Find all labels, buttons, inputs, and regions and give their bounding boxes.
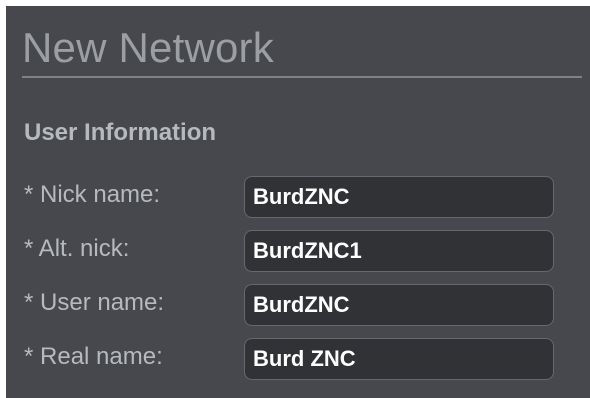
network-form-panel: New Network User Information * Nick name… [6, 6, 590, 398]
alt-nick-label: * Alt. nick: [24, 235, 130, 262]
nick-name-input[interactable] [244, 176, 554, 218]
page-title: New Network [22, 24, 274, 71]
nick-name-label: * Nick name: [24, 181, 161, 208]
user-name-row: * User name: [6, 284, 590, 328]
real-name-input[interactable] [244, 338, 554, 380]
title-divider [22, 76, 582, 78]
nick-name-row: * Nick name: [6, 176, 590, 220]
user-name-label: * User name: [24, 289, 165, 316]
section-heading-user-information: User Information [24, 119, 217, 146]
alt-nick-row: * Alt. nick: [6, 230, 590, 274]
user-name-input[interactable] [244, 284, 554, 326]
real-name-label: * Real name: [24, 343, 163, 370]
real-name-row: * Real name: [6, 338, 590, 382]
alt-nick-input[interactable] [244, 230, 554, 272]
